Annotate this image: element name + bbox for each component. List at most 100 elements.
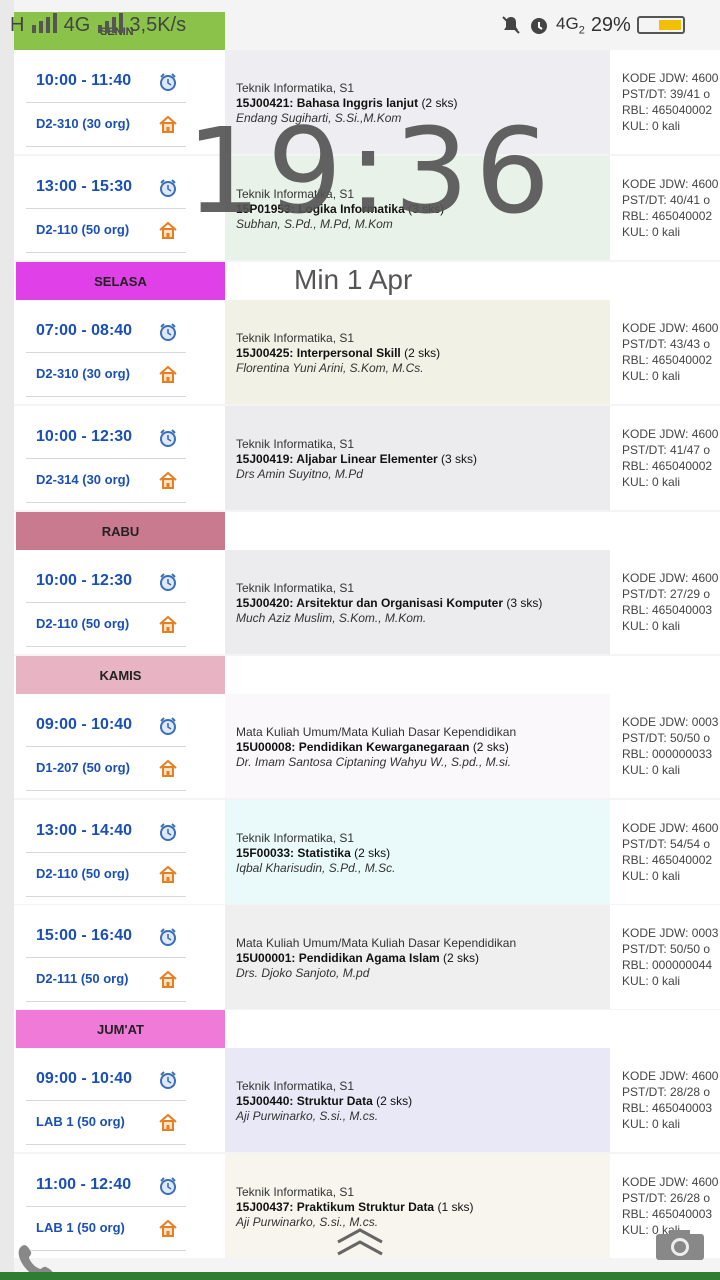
entry-program: Teknik Informatika, S1 [236,331,355,345]
entry-program: Teknik Informatika, S1 [236,437,355,451]
entry-time-room: 15:00 - 16:40 D2-111 (50 org) [14,905,225,1009]
entry-pst: PST/DT: 27/29 o [622,587,711,601]
divider [26,1144,186,1145]
alarm-clock-icon[interactable] [158,1176,178,1196]
schedule-entry[interactable]: 10:00 - 12:30 D2-314 (30 org) Teknik Infor… [14,406,720,510]
alarm-clock-icon[interactable] [158,322,178,342]
entry-kul: KUL: 0 kali [622,475,681,489]
schedule-entry[interactable]: 07:00 - 08:40 D2-310 (30 org) Teknik Infor… [14,300,720,404]
entry-room: D2-111 (50 org) [36,971,129,986]
entry-room: D2-110 (50 org) [36,616,130,631]
alarm-clock-icon[interactable] [158,1070,178,1090]
entry-kode: KODE JDW: 4600 [622,821,719,835]
camera-icon[interactable] [654,1228,706,1262]
alarm-clock-icon[interactable] [158,72,178,92]
day-label-selasa: SELASA [16,262,225,300]
entry-rbl: RBL: 000000044 [622,958,713,972]
day-header-kamis: KAMIS [14,656,720,694]
entry-program: Teknik Informatika, S1 [236,581,355,595]
alarm-clock-icon[interactable] [158,572,178,592]
lock-clock: 19:36 [186,102,557,240]
entry-course-name: Pendidikan Kewarganegaraan [298,740,470,754]
entry-lecturer: Drs. Djoko Sanjoto, M.pd [236,966,370,980]
entry-course-info: Mata Kuliah Umum/Mata Kuliah Dasar Kepen… [225,905,610,1009]
schedule-entry[interactable]: 10:00 - 12:30 D2-110 (50 org) Teknik Infor… [14,550,720,654]
divider [26,458,186,459]
divider [26,146,186,147]
divider [26,646,186,647]
schedule-entry[interactable]: 09:00 - 10:40 D1-207 (50 org) Mata Kuliah … [14,694,720,798]
entry-kul: KUL: 0 kali [622,119,681,133]
entry-pst: PST/DT: 39/41 o [622,87,711,101]
entry-pst: PST/DT: 50/50 o [622,731,711,745]
entry-room: D2-314 (30 org) [36,472,130,487]
entry-room: D2-310 (30 org) [36,116,130,131]
entry-room: D2-110 (50 org) [36,222,130,237]
schedule-entry[interactable]: 15:00 - 16:40 D2-111 (50 org) Mata Kuliah … [14,905,720,1009]
entry-course: 15U00008: Pendidikan Kewarganegaraan (2 … [236,740,509,754]
entry-course: 15J00437: Praktikum Struktur Data (1 sks… [236,1200,473,1214]
alarm-clock-icon[interactable] [158,178,178,198]
signal-icon [32,13,58,33]
room-icon[interactable] [158,864,178,884]
room-icon[interactable] [158,969,178,989]
entry-time: 13:00 - 14:40 [36,822,133,839]
entry-room: LAB 1 (50 org) [36,1114,125,1129]
entry-kul: KUL: 0 kali [622,1117,681,1131]
entry-sks: (1 sks) [437,1200,474,1214]
alarm-clock-icon[interactable] [158,428,178,448]
entry-kode: KODE JDW: 4600 [622,427,719,441]
schedule-entry[interactable]: 13:00 - 14:40 D2-110 (50 org) Teknik Infor… [14,800,720,904]
room-icon[interactable] [158,1112,178,1132]
room-icon[interactable] [158,1218,178,1238]
status-bar: H 4G 3,5K/s 4G2 29% [0,0,720,48]
alarm-clock-icon[interactable] [158,716,178,736]
entry-kul: KUL: 0 kali [622,369,681,383]
entry-room: D1-207 (50 org) [36,760,130,775]
entry-course-info: Teknik Informatika, S1 15J00420: Arsitekt… [225,550,610,654]
schedule-entry[interactable]: 09:00 - 10:40 LAB 1 (50 org) Teknik Inform… [14,1048,720,1152]
divider [26,252,186,253]
room-icon[interactable] [158,220,178,240]
entry-room: D2-310 (30 org) [36,366,130,381]
room-icon[interactable] [158,114,178,134]
entry-code: 15U00001: [236,951,296,965]
entry-time: 10:00 - 12:30 [36,572,133,589]
entry-code: 15F00033: [236,846,295,860]
entry-course-name: Pendidikan Agama Islam [298,951,440,965]
entry-meta: KODE JDW: 4600 PST/DT: 54/54 o RBL: 465040… [610,800,720,904]
chevron-up-icon[interactable] [334,1218,386,1262]
divider [26,790,186,791]
status-right: 4G2 29% [500,12,685,38]
entry-time: 15:00 - 16:40 [36,927,133,944]
entry-kode: KODE JDW: 0003 [622,715,719,729]
room-icon[interactable] [158,614,178,634]
divider [26,102,186,103]
entry-time-room: 09:00 - 10:40 LAB 1 (50 org) [14,1048,225,1152]
room-icon[interactable] [158,364,178,384]
entry-course: 15J00425: Interpersonal Skill (2 sks) [236,346,440,360]
entry-time-room: 10:00 - 12:30 D2-314 (30 org) [14,406,225,510]
entry-time: 07:00 - 08:40 [36,322,133,339]
entry-rbl: RBL: 465040003 [622,1101,713,1115]
entry-kul: KUL: 0 kali [622,974,681,988]
entry-meta: KODE JDW: 4600 PST/DT: 43/43 o RBL: 465040… [610,300,720,404]
entry-room: LAB 1 (50 org) [36,1220,125,1235]
entry-lecturer: Drs Amin Suyitno, M.Pd [236,467,363,481]
entry-lecturer: Dr. Imam Santosa Ciptaning Wahyu W., S.p… [236,755,511,769]
room-icon[interactable] [158,758,178,778]
alarm-clock-icon[interactable] [158,822,178,842]
entry-kode: KODE JDW: 4600 [622,1069,719,1083]
room-icon[interactable] [158,470,178,490]
divider [26,1001,186,1002]
entry-kode: KODE JDW: 4600 [622,321,719,335]
entry-course-info: Teknik Informatika, S1 15J00440: Struktur… [225,1048,610,1152]
network-4g: 4G2 [556,13,585,37]
entry-kul: KUL: 0 kali [622,619,681,633]
entry-lecturer: Aji Purwinarko, S.si., M.cs. [236,1109,379,1123]
entry-rbl: RBL: 465040002 [622,103,713,117]
signal-icon-2 [97,13,123,33]
entry-code: 15J00425: [236,346,294,360]
alarm-clock-icon[interactable] [158,927,178,947]
entry-course: 15F00033: Statistika (2 sks) [236,846,390,860]
